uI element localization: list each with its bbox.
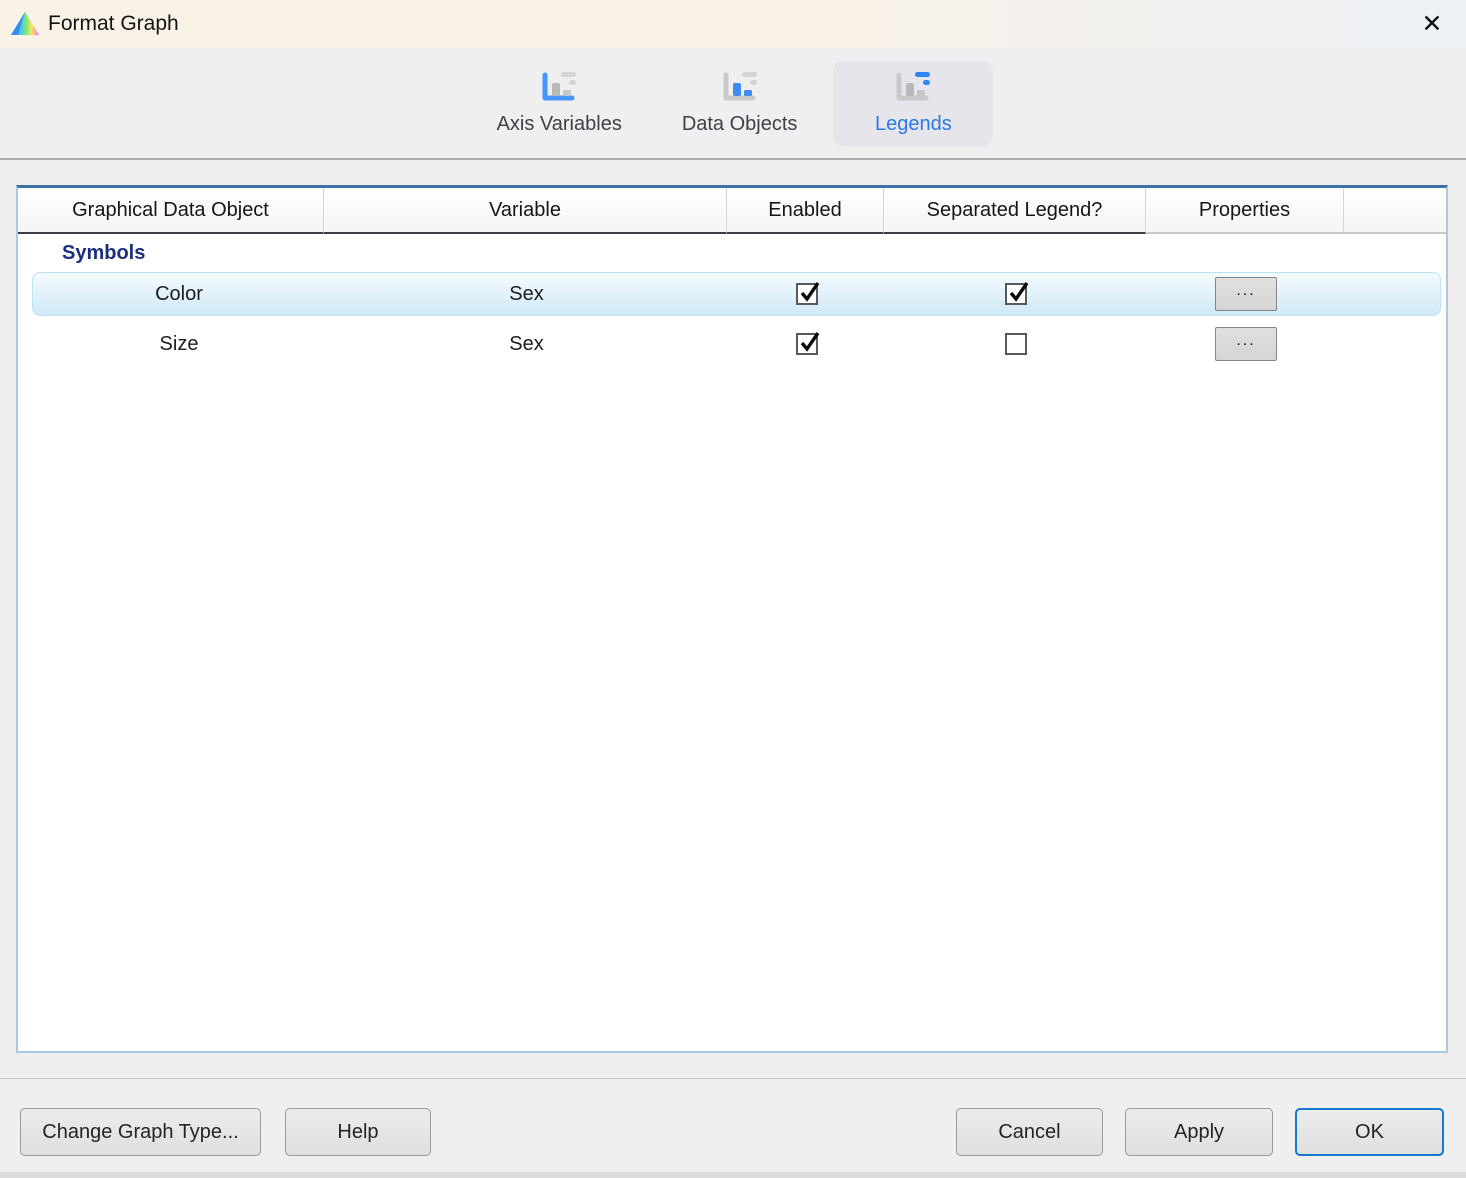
table-row-size[interactable]: SizeSex... — [32, 322, 1441, 366]
tab-label: Data Objects — [682, 113, 798, 136]
properties-button[interactable]: ... — [1215, 327, 1277, 361]
enabled-checkbox[interactable] — [796, 333, 818, 355]
enabled-checkbox[interactable] — [796, 283, 818, 305]
tab-legends[interactable]: Legends — [833, 61, 993, 146]
axis-variables-icon — [540, 71, 578, 106]
titlebar: Format Graph ✕ — [0, 0, 1466, 48]
legends-icon — [894, 71, 932, 106]
header-properties: Properties — [1146, 188, 1344, 234]
row-variable-label: Sex — [325, 283, 728, 306]
header-separated-legend: Separated Legend? — [884, 188, 1146, 234]
ok-button[interactable]: OK — [1295, 1108, 1444, 1156]
tab-label: Axis Variables — [497, 113, 622, 136]
section-header-symbols: Symbols — [18, 234, 1446, 269]
tab-axis-variables[interactable]: Axis Variables — [473, 61, 646, 146]
footer: Change Graph Type... Help Cancel Apply O… — [0, 1079, 1466, 1178]
dialog-bottom-edge — [0, 1172, 1466, 1178]
header-empty — [1344, 188, 1446, 234]
header-graphical-data-object: Graphical Data Object — [18, 188, 324, 234]
row-variable-label: Sex — [325, 333, 728, 356]
format-graph-dialog: Format Graph ✕ Axis Variables — [0, 0, 1466, 1178]
table-row-color[interactable]: ColorSex... — [32, 272, 1441, 316]
tab-data-objects[interactable]: Data Objects — [658, 61, 822, 146]
close-icon[interactable]: ✕ — [1412, 5, 1452, 43]
separated-legend-checkbox[interactable] — [1005, 333, 1027, 355]
row-object-label: Size — [33, 333, 325, 356]
separated-legend-checkbox[interactable] — [1005, 283, 1027, 305]
properties-button[interactable]: ... — [1215, 277, 1277, 311]
change-graph-type-button[interactable]: Change Graph Type... — [20, 1108, 261, 1156]
window-title: Format Graph — [48, 12, 179, 36]
apply-button[interactable]: Apply — [1125, 1108, 1273, 1156]
table-header-row: Graphical Data Object Variable Enabled S… — [18, 188, 1446, 234]
help-button[interactable]: Help — [285, 1108, 431, 1156]
prism-logo-icon — [10, 11, 40, 37]
tab-bar: Axis Variables Data Objects — [0, 48, 1466, 160]
tab-label: Legends — [875, 113, 952, 136]
table-rows: ColorSex...SizeSex... — [18, 272, 1446, 366]
legends-table: Graphical Data Object Variable Enabled S… — [16, 185, 1448, 1053]
row-object-label: Color — [33, 283, 325, 306]
cancel-button[interactable]: Cancel — [956, 1108, 1103, 1156]
header-enabled: Enabled — [727, 188, 884, 234]
data-objects-icon — [721, 71, 759, 106]
header-variable: Variable — [324, 188, 727, 234]
